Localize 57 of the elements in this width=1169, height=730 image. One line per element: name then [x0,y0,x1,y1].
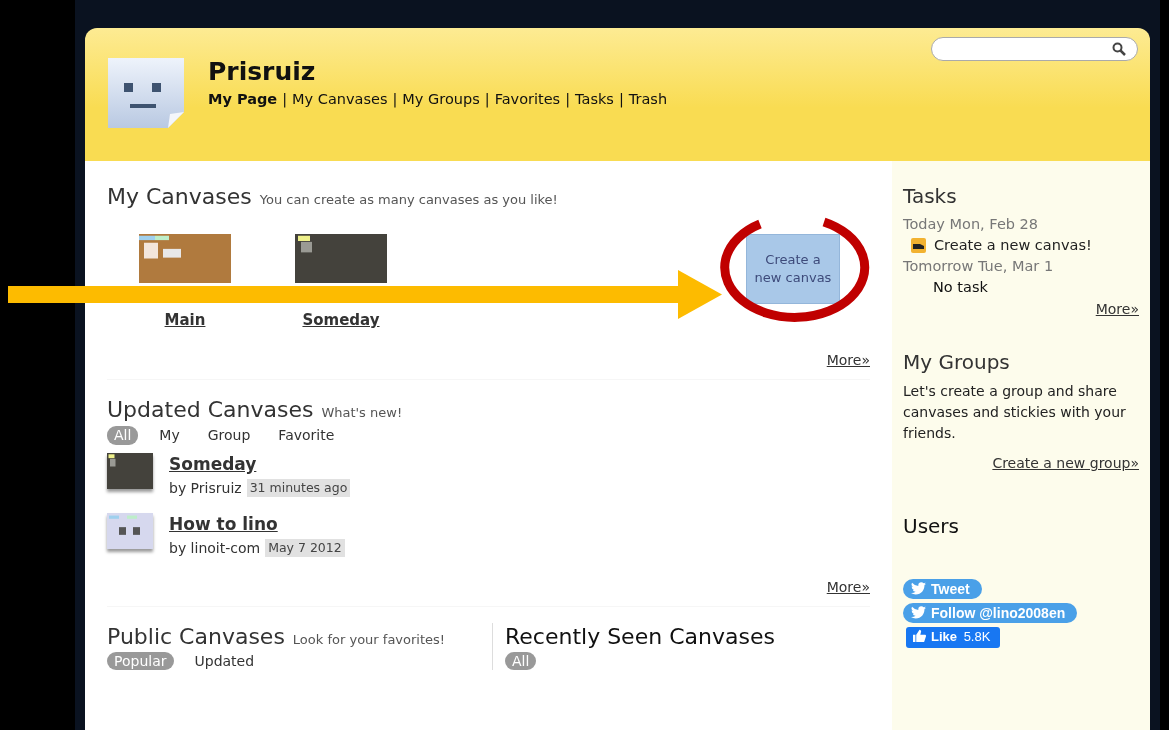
task-date: Tomorrow Tue, Mar 1 [903,256,1055,276]
like-count: 5.8K [963,629,991,645]
nav-link[interactable]: My Canvases [292,91,388,107]
task-link[interactable]: Create a new canvas! [934,235,1092,255]
filter-tab[interactable]: My [152,426,187,445]
task-date: Today Mon, Feb 28 [903,215,1040,234]
section-title: Updated Canvases [107,395,314,424]
create-canvas-button[interactable]: Create a new canvas [746,233,840,304]
more-link[interactable]: More» [826,579,870,596]
nav-link[interactable]: Favorites [494,91,561,107]
bird-icon [911,606,926,620]
page-title: Prisruiz [208,59,317,84]
nav-link[interactable]: My Groups [402,91,480,107]
section-title: My Canvases [107,183,252,211]
empty-task-text: No task [933,277,989,297]
group-description: Let's create a group and share canvases and stickies with your friends. [903,382,1127,444]
sidebar-heading: Tasks [903,183,958,209]
canvas-link[interactable]: Main [164,310,206,331]
section-subtitle: What's new! [321,404,403,422]
thumbs-up-icon [913,629,926,643]
section-subtitle: You can create as many canvases as you like! [259,192,558,209]
sidebar-heading: Users [903,513,960,540]
author-text: by linoit-com [169,539,261,558]
sidebar-heading: My Groups [903,349,1011,376]
author-text: by Prisruiz [169,478,242,497]
bird-icon [911,582,926,596]
timestamp: May 7 2012 [265,539,345,558]
nav-separator: | [392,91,398,107]
nav-separator: | [282,91,288,107]
create-group-link[interactable]: Create a new group» [992,455,1139,472]
nav-link[interactable]: Trash [628,91,668,107]
like-button[interactable]: Like 5.8K [906,627,1001,649]
more-link[interactable]: More» [826,352,870,369]
nav-separator: | [565,91,571,107]
canvas-thumbnail[interactable] [107,513,153,549]
canvas-link[interactable]: Someday [302,310,380,331]
timestamp: 31 minutes ago [246,478,351,497]
nav-link-active[interactable]: My Page [208,91,278,107]
canvas-thumbnail[interactable] [295,233,387,283]
task-icon [911,237,926,253]
filter-tab[interactable]: Group [200,426,258,445]
nav-separator: | [484,91,490,107]
canvas-link[interactable]: How to lino [169,513,345,536]
nav-separator: | [618,91,624,107]
canvas-link[interactable]: Someday [169,452,351,475]
more-link[interactable]: More» [1095,301,1139,318]
filter-tab[interactable]: Favorite [271,426,342,445]
canvas-thumbnail[interactable] [107,452,153,489]
avatar-icon [108,58,184,128]
search-field[interactable] [931,37,1138,61]
section-title: Recently Seen Canvases [505,623,775,652]
section-title: Public Canvases [107,623,285,652]
section-subtitle: Look for your favorites! [292,632,446,650]
filter-tab[interactable]: Updated [187,651,262,670]
nav-link[interactable]: Tasks [575,91,614,107]
canvas-thumbnail[interactable] [139,233,231,283]
search-icon [1112,42,1126,56]
